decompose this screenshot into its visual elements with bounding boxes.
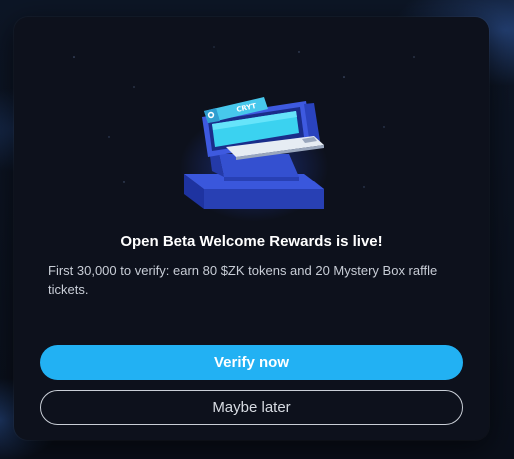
verify-now-button[interactable]: Verify now (40, 345, 463, 380)
maybe-later-button[interactable]: Maybe later (40, 390, 463, 425)
verification-terminal-illustration: CRYT (184, 97, 324, 209)
modal-title: Open Beta Welcome Rewards is live! (120, 233, 383, 250)
rewards-modal: CRYT Open Beta Welcome Rewards is live! … (14, 17, 489, 440)
modal-description: First 30,000 to verify: earn 80 $ZK toke… (48, 263, 438, 297)
